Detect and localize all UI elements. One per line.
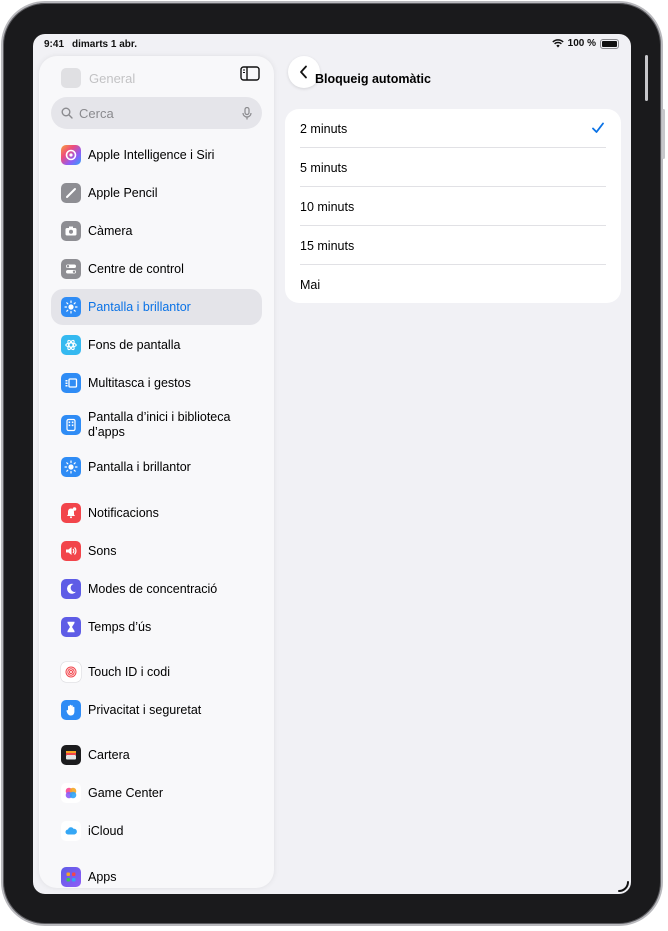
page-title: Bloqueig automàtic xyxy=(315,72,431,86)
option-15-minutes[interactable]: 15 minuts xyxy=(285,226,621,265)
sidebar-item-label: Pantalla i brillantor xyxy=(88,299,191,314)
camera-icon xyxy=(61,221,81,241)
search-field[interactable]: Cerca xyxy=(51,97,262,129)
sidebar-item-label: Notificacions xyxy=(88,505,159,520)
sidebar-item-label: Touch ID i codi xyxy=(88,664,170,679)
status-time: 9:41 xyxy=(44,39,65,50)
brightness-icon xyxy=(61,457,81,477)
multitasking-icon xyxy=(61,373,81,393)
option-10-minutes[interactable]: 10 minuts xyxy=(285,187,621,226)
control-center-icon xyxy=(61,259,81,279)
battery-percent: 100 % xyxy=(567,38,596,49)
sidebar-item-label: Apps xyxy=(88,869,117,884)
sidebar-item-label: Multitasca i gestos xyxy=(88,375,191,390)
option-label: 5 minuts xyxy=(300,160,348,175)
hourglass-icon xyxy=(61,617,81,637)
sidebar-item-privacy[interactable]: Privacitat i seguretat xyxy=(51,692,262,728)
game-center-icon xyxy=(61,783,81,803)
wallet-icon xyxy=(61,745,81,765)
sidebar-item-apps[interactable]: Apps xyxy=(51,859,262,888)
volume-button xyxy=(662,109,665,159)
apps-icon xyxy=(61,867,81,887)
sidebar-item-label: Cartera xyxy=(88,747,130,762)
pencil-icon xyxy=(61,183,81,203)
sidebar-item-icloud[interactable]: iCloud xyxy=(51,813,262,849)
sidebar-item-display-brightness-selected[interactable]: Pantalla i brillantor xyxy=(51,289,262,325)
checkmark-icon xyxy=(592,122,604,133)
option-never[interactable]: Mai xyxy=(285,265,621,303)
sidebar-item-label: Apple Intelligence i Siri xyxy=(88,147,215,162)
sidebar-item-label: Apple Pencil xyxy=(88,185,158,200)
sidebar-item-wallpaper[interactable]: Fons de pantalla xyxy=(51,327,262,363)
settings-sidebar[interactable]: General Cerca Apple Intelligence i Siri … xyxy=(39,56,274,888)
auto-lock-options: 2 minuts 5 minuts 10 minuts 15 minuts Ma… xyxy=(285,109,621,303)
option-2-minutes[interactable]: 2 minuts xyxy=(285,109,621,148)
option-label: Mai xyxy=(300,277,321,292)
sidebar-item-game-center[interactable]: Game Center xyxy=(51,775,262,811)
sidebar-item-label: Game Center xyxy=(88,785,164,800)
sidebar-item-focus[interactable]: Modes de concentració xyxy=(51,571,262,607)
status-bar: 9:41 dimarts 1 abr. 100 % xyxy=(33,34,631,56)
wifi-icon xyxy=(551,39,564,48)
sidebar-item-label: Privacitat i seguretat xyxy=(88,702,202,717)
sidebar-item-touch-id[interactable]: Touch ID i codi xyxy=(51,654,262,690)
sidebar-item-label: Modes de concentració xyxy=(88,581,218,596)
sidebar-item-label: Centre de control xyxy=(88,261,184,276)
sounds-icon xyxy=(61,541,81,561)
status-right: 100 % xyxy=(551,38,619,49)
sidebar-item-apple-intelligence[interactable]: Apple Intelligence i Siri xyxy=(51,137,262,173)
brightness-icon xyxy=(61,297,81,317)
top-button xyxy=(645,55,648,101)
battery-icon xyxy=(600,38,619,49)
option-label: 15 minuts xyxy=(300,238,355,253)
option-label: 10 minuts xyxy=(300,199,355,214)
notifications-icon xyxy=(61,503,81,523)
hand-icon xyxy=(61,700,81,720)
sidebar-item-apple-pencil[interactable]: Apple Pencil xyxy=(51,175,262,211)
screen: 9:41 dimarts 1 abr. 100 % General Cerca … xyxy=(33,34,631,894)
sidebar-item-label: iCloud xyxy=(88,823,124,838)
focus-moon-icon xyxy=(61,579,81,599)
sidebar-item-label: Pantalla d’inici i biblioteca d’apps xyxy=(88,410,231,439)
sidebar-item-multitasking[interactable]: Multitasca i gestos xyxy=(51,365,262,401)
sidebar-item-label: Càmera xyxy=(88,223,133,238)
status-date: dimarts 1 abr. xyxy=(72,39,138,50)
sidebar-item-sounds[interactable]: Sons xyxy=(51,533,262,569)
sidebar-item-screen-time[interactable]: Temps d’ús xyxy=(51,609,262,645)
corner-resize-indicator xyxy=(618,881,629,892)
microphone-icon[interactable] xyxy=(242,106,252,120)
sidebar-faded-header: General xyxy=(61,68,135,88)
sidebar-faded-label: General xyxy=(89,70,136,86)
general-gear-icon xyxy=(61,68,81,88)
option-5-minutes[interactable]: 5 minuts xyxy=(285,148,621,187)
sidebar-item-label: Fons de pantalla xyxy=(88,337,181,352)
sidebar-item-label: Sons xyxy=(88,543,117,558)
option-label: 2 minuts xyxy=(300,121,348,136)
icloud-icon xyxy=(61,821,81,841)
fingerprint-icon xyxy=(61,662,81,682)
wallpaper-icon xyxy=(61,335,81,355)
sidebar-item-camera[interactable]: Càmera xyxy=(51,213,262,249)
sidebar-item-wallet[interactable]: Cartera xyxy=(51,737,262,773)
sidebar-item-display-brightness[interactable]: Pantalla i brillantor xyxy=(51,449,262,485)
search-placeholder: Cerca xyxy=(79,105,114,121)
home-screen-icon xyxy=(61,415,81,435)
sidebar-item-home-screen[interactable]: Pantalla d’inici i biblioteca d’apps xyxy=(51,403,262,447)
sidebar-item-label: Pantalla i brillantor xyxy=(88,459,191,474)
sidebar-item-notifications[interactable]: Notificacions xyxy=(51,495,262,531)
search-icon xyxy=(61,107,73,119)
sidebar-item-control-center[interactable]: Centre de control xyxy=(51,251,262,287)
apple-intelligence-icon xyxy=(61,145,81,165)
sidebar-item-label: Temps d’ús xyxy=(88,619,152,634)
sidebar-toggle-icon[interactable] xyxy=(240,66,260,81)
